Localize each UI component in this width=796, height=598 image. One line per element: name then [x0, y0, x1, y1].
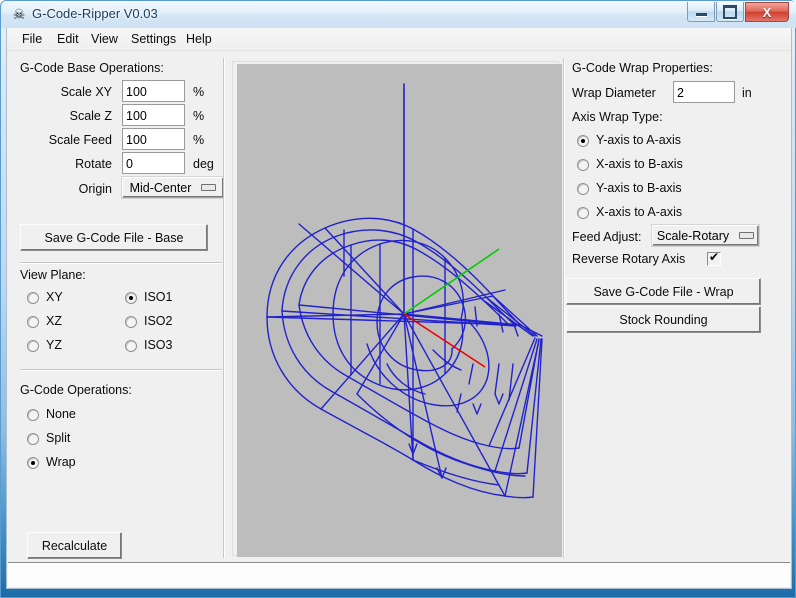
application-window: ☠ G-Code-Ripper V0.03 X File Edit View S…: [0, 0, 796, 598]
maximize-button[interactable]: [716, 2, 744, 22]
divider-right-canvas: [563, 58, 565, 558]
gcode-preview-canvas[interactable]: [237, 64, 562, 557]
window-title: G-Code-Ripper V0.03: [32, 6, 158, 21]
reverse-rotary-checkbox[interactable]: [707, 250, 721, 266]
radio-label: Y-axis to A-axis: [596, 133, 681, 147]
wrap-diameter-label: Wrap Diameter: [572, 86, 656, 100]
feed-adjust-label: Feed Adjust:: [572, 230, 642, 244]
scale-feed-label: Scale Feed: [48, 133, 112, 147]
menu-file[interactable]: File: [17, 31, 47, 47]
radio-indicator: [577, 135, 589, 147]
radio-label: X-axis to B-axis: [596, 157, 683, 171]
client-area: File Edit View Settings Help G-Code Base…: [6, 28, 792, 589]
wrap-diameter-unit: in: [742, 86, 752, 100]
status-bar: [8, 562, 790, 587]
radio-label: ISO2: [144, 314, 173, 328]
radio-indicator: [125, 340, 137, 352]
radio-label: XY: [46, 290, 63, 304]
view-plane-title: View Plane:: [20, 268, 86, 282]
radio-label: Split: [46, 431, 71, 445]
scale-z-input[interactable]: [122, 104, 185, 126]
reverse-rotary-label: Reverse Rotary Axis: [572, 252, 686, 266]
radio-label: XZ: [46, 314, 62, 328]
radio-label: None: [46, 407, 76, 421]
scale-z-label: Scale Z: [69, 109, 112, 123]
rotate-unit: deg: [193, 157, 214, 171]
title-bar: ☠ G-Code-Ripper V0.03 X: [1, 1, 796, 28]
scale-feed-unit: %: [193, 133, 205, 147]
menu-settings[interactable]: Settings: [126, 31, 181, 47]
close-button[interactable]: X: [745, 2, 789, 22]
radio-indicator: [27, 457, 39, 469]
scale-feed-input[interactable]: [122, 128, 185, 150]
rotate-label: Rotate: [75, 157, 112, 171]
radio-label: YZ: [46, 338, 62, 352]
app-logo-icon: ☠: [12, 6, 26, 22]
radio-label: ISO1: [144, 290, 173, 304]
save-gcode-wrap-button[interactable]: Save G-Code File - Wrap: [566, 278, 761, 305]
menu-help[interactable]: Help: [181, 31, 217, 47]
recalculate-button[interactable]: Recalculate: [27, 532, 122, 559]
radio-label: ISO3: [144, 338, 173, 352]
radio-indicator: [27, 340, 39, 352]
chevron-down-icon: [201, 184, 217, 191]
base-operations-title: G-Code Base Operations:: [20, 61, 164, 75]
origin-label: Origin: [78, 182, 112, 196]
origin-dropdown[interactable]: Mid-Center: [122, 177, 224, 198]
minimize-button[interactable]: [687, 2, 715, 22]
radio-indicator: [125, 292, 137, 304]
radio-indicator: [577, 159, 589, 171]
feed-adjust-dropdown[interactable]: Scale-Rotary: [652, 225, 759, 246]
rotate-input[interactable]: [122, 152, 185, 174]
radio-label: Wrap: [46, 455, 76, 469]
minimize-icon: [688, 2, 714, 21]
chevron-down-icon: [739, 232, 755, 239]
radio-label: X-axis to A-axis: [596, 205, 683, 219]
divider-1: [20, 262, 222, 264]
axis-wrap-type-title: Axis Wrap Type:: [572, 110, 663, 124]
scale-xy-label: Scale XY: [60, 85, 112, 99]
menu-bar: File Edit View Settings Help: [7, 28, 791, 51]
maximize-icon: [717, 2, 743, 21]
radio-indicator: [577, 207, 589, 219]
feed-adjust-dropdown-value: Scale-Rotary: [656, 228, 730, 243]
save-gcode-base-button[interactable]: Save G-Code File - Base: [20, 224, 208, 251]
stock-rounding-button[interactable]: Stock Rounding: [566, 306, 761, 333]
radio-label: Y-axis to B-axis: [596, 181, 682, 195]
divider-left-canvas: [223, 58, 225, 558]
close-icon: X: [762, 4, 772, 20]
radio-indicator: [27, 292, 39, 304]
menu-view[interactable]: View: [86, 31, 123, 47]
scale-xy-unit: %: [193, 85, 205, 99]
divider-2: [20, 369, 222, 371]
scale-z-unit: %: [193, 109, 205, 123]
gcode-operations-title: G-Code Operations:: [20, 383, 132, 397]
canvas-frame: [232, 61, 562, 557]
menu-edit[interactable]: Edit: [52, 31, 84, 47]
radio-indicator: [27, 433, 39, 445]
wrap-diameter-input[interactable]: [673, 81, 735, 103]
radio-indicator: [577, 183, 589, 195]
radio-indicator: [27, 409, 39, 421]
origin-dropdown-value: Mid-Center: [129, 180, 192, 195]
wrap-properties-title: G-Code Wrap Properties:: [572, 61, 713, 75]
radio-indicator: [27, 316, 39, 328]
scale-xy-input[interactable]: [122, 80, 185, 102]
radio-indicator: [125, 316, 137, 328]
